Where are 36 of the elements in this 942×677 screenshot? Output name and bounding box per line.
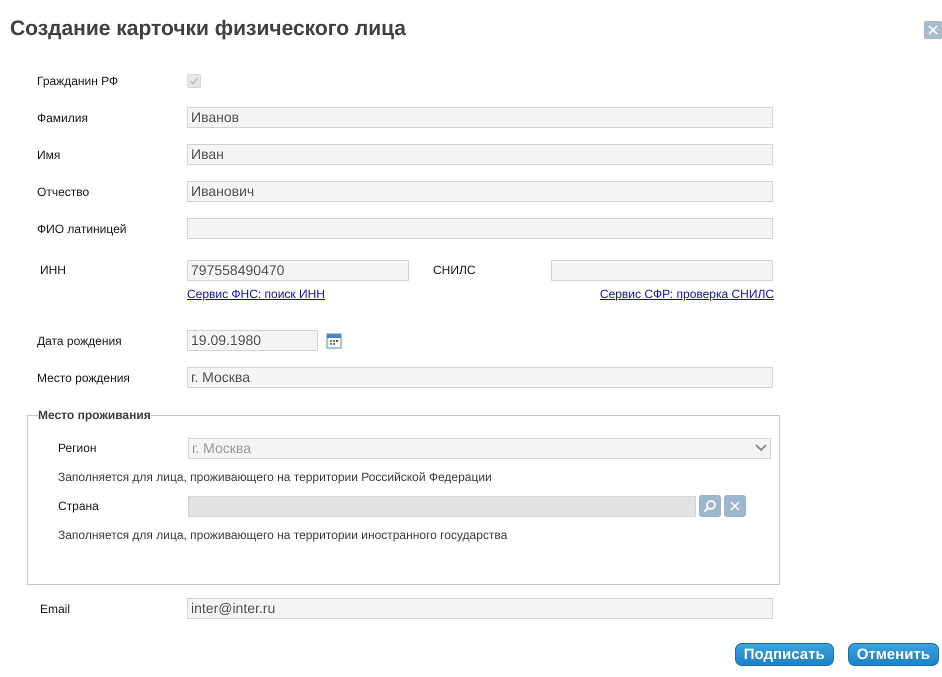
hint-text: Заполняется для лица, проживающего на территории Российской Федерации xyxy=(58,469,493,486)
chevron-icon xyxy=(755,444,767,452)
field-label: ИНН xyxy=(40,262,67,279)
close-icon xyxy=(730,501,740,511)
input-field[interactable] xyxy=(187,218,773,239)
close-icon[interactable] xyxy=(924,21,942,39)
clear-button[interactable] xyxy=(724,495,746,517)
field-label: Email xyxy=(40,602,72,616)
field-label: Место рождения xyxy=(37,370,131,384)
input-field[interactable]: Иванович xyxy=(187,181,773,202)
input-field[interactable] xyxy=(551,260,773,281)
cancel-button[interactable]: Отменить xyxy=(848,643,939,666)
field-label: ФИО латиницей xyxy=(37,222,128,236)
hint-text: Заполняется для лица, проживающего на территории иностранного государства xyxy=(58,527,508,544)
field-label: Имя xyxy=(37,148,62,162)
group-title: Место проживания xyxy=(38,408,151,422)
field-label: Отчество xyxy=(37,184,90,198)
field-label: Дата рождения xyxy=(37,334,123,348)
service-link[interactable]: Сервис ФНС: поиск ИНН xyxy=(187,287,325,301)
field-label: Фамилия xyxy=(37,110,89,124)
field-label: Гражданин РФ xyxy=(37,74,120,88)
search-icon xyxy=(703,499,717,513)
input-field[interactable]: Иванов xyxy=(187,107,773,128)
input-field[interactable]: Иван xyxy=(187,144,773,165)
field-label: Страна xyxy=(58,499,100,513)
input-field[interactable]: 797558490470 xyxy=(187,260,409,281)
service-link[interactable]: Сервис СФР: проверка СНИЛС xyxy=(600,287,774,301)
field-label: СНИЛС xyxy=(433,262,476,279)
sign-button[interactable]: Подписать xyxy=(734,643,834,666)
field-label: Регион xyxy=(58,441,98,455)
search-button[interactable] xyxy=(699,495,721,517)
dialog-title: Создание карточки физического лица xyxy=(10,17,406,41)
input-field[interactable]: г. Москва xyxy=(187,367,773,388)
input-field[interactable]: 19.09.1980 xyxy=(187,330,318,351)
calendar-icon[interactable] xyxy=(326,332,342,348)
input-field[interactable]: inter@inter.ru xyxy=(187,598,773,619)
